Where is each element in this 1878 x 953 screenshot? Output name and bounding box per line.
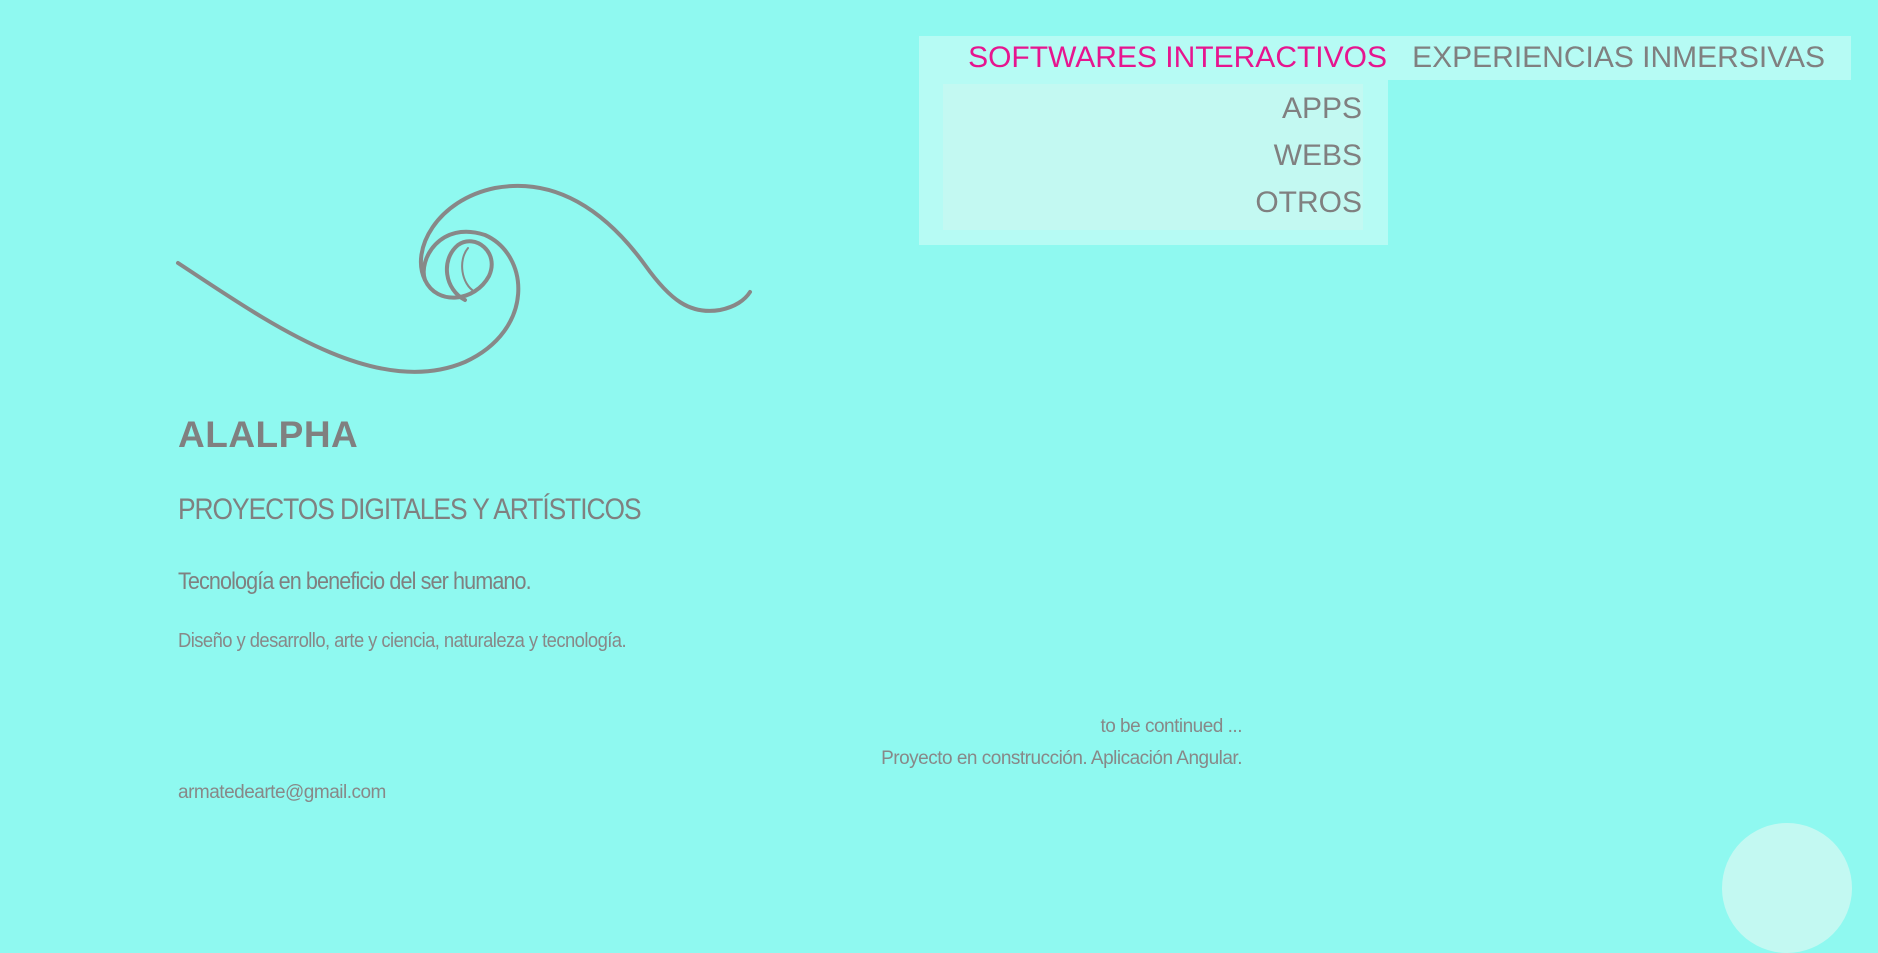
to-be-continued-text: to be continued ...: [1100, 716, 1242, 737]
nav-softwares-interactivos[interactable]: SOFTWARES INTERACTIVOS: [968, 36, 1387, 80]
top-nav: SOFTWARES INTERACTIVOS EXPERIENCIAS INME…: [919, 36, 1851, 80]
spiral-wave-logo-icon: [176, 183, 752, 374]
nav-experiencias-inmersivas[interactable]: EXPERIENCIAS INMERSIVAS: [1412, 36, 1825, 80]
description: Diseño y desarrollo, arte y ciencia, nat…: [178, 630, 627, 652]
dropdown-item-apps[interactable]: APPS: [1282, 92, 1362, 126]
nav-dropdown: APPS WEBS OTROS: [919, 80, 1388, 245]
dropdown-item-webs[interactable]: WEBS: [1274, 139, 1362, 173]
construction-note: Proyecto en construcción. Aplicación Ang…: [881, 748, 1242, 769]
tagline: Tecnología en beneficio del ser humano.: [178, 568, 532, 595]
dropdown-item-otros[interactable]: OTROS: [1255, 186, 1362, 220]
contact-email[interactable]: armatedearte@gmail.com: [178, 782, 386, 804]
floating-bubble-button[interactable]: [1722, 823, 1852, 953]
page-subtitle: PROYECTOS DIGITALES Y ARTÍSTICOS: [178, 493, 642, 526]
brand-title: ALALPHA: [178, 414, 359, 455]
